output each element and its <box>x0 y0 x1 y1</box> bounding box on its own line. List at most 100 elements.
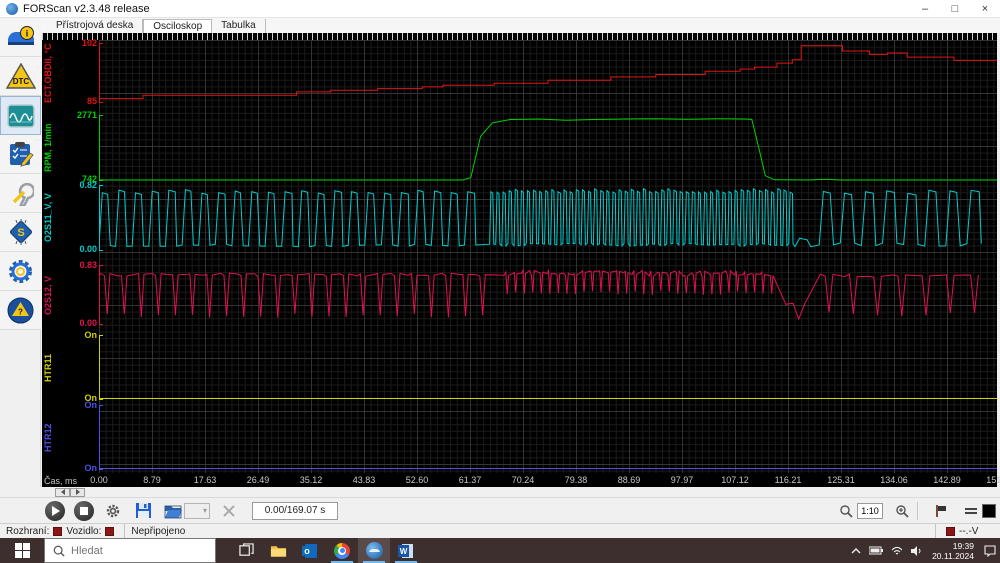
channel-min-HTR12: On <box>56 463 97 473</box>
trace-HTR12 <box>99 405 997 470</box>
sidebar-item-tests[interactable] <box>0 135 41 174</box>
minimize-button[interactable]: – <box>910 0 940 18</box>
forscan-icon <box>366 542 383 559</box>
programming-icon: S <box>8 219 34 245</box>
gear-icon <box>105 503 121 519</box>
delete-signal-button[interactable] <box>218 500 240 522</box>
trace-RPM <box>99 115 997 181</box>
svg-text:S: S <box>17 227 24 239</box>
action-center-icon[interactable] <box>984 545 996 557</box>
time-display: 0.00/169.07 s <box>252 502 338 520</box>
time-tick: 35.12 <box>293 475 329 485</box>
stop-button[interactable] <box>74 501 94 521</box>
channel-max-HTR12: On <box>56 400 97 410</box>
time-tick: 134.06 <box>876 475 912 485</box>
close-button[interactable]: × <box>970 0 1000 18</box>
scroll-right-button[interactable] <box>70 488 85 497</box>
marker-button[interactable] <box>930 500 952 522</box>
forscan-taskbar-button[interactable] <box>358 538 390 563</box>
vehicle-info-icon: i <box>6 25 36 49</box>
channel-label-ECT: ECT.OBDII, °C <box>43 43 57 103</box>
battery-icon[interactable] <box>869 546 883 555</box>
zoom-out-button[interactable] <box>835 500 857 522</box>
battery-voltage: --.-V <box>959 526 978 537</box>
help-icon: ? <box>7 297 34 324</box>
chrome-button[interactable] <box>326 538 358 563</box>
wifi-icon[interactable] <box>891 546 903 556</box>
open-folder-icon <box>164 503 183 519</box>
tests-icon <box>8 141 34 167</box>
chart-scrollbar <box>0 487 1000 497</box>
tab-table[interactable]: Tabulka <box>212 19 265 33</box>
open-button[interactable] <box>162 500 184 522</box>
sidebar-item-dtc[interactable]: DTC <box>0 57 41 96</box>
channel-label-O2S11: O2S11_V, V <box>43 185 57 251</box>
time-tick: 88.69 <box>611 475 647 485</box>
sidebar-item-service[interactable] <box>0 174 41 213</box>
sidebar: i DTC S? <box>0 18 41 538</box>
sidebar-item-settings[interactable] <box>0 252 41 291</box>
background-color-swatch[interactable] <box>982 504 996 518</box>
right-arrow-icon <box>76 489 80 495</box>
zoom-scale-value[interactable]: 1:10 <box>857 503 883 519</box>
delete-icon <box>222 504 236 518</box>
channel-max-O2S12: 0.83 <box>56 260 97 270</box>
interface-label: Rozhraní: <box>6 526 49 537</box>
save-icon <box>135 502 152 519</box>
taskbar-search[interactable] <box>44 538 216 563</box>
marker-flag-icon <box>934 504 948 518</box>
zoom-out-icon <box>839 504 854 519</box>
windows-taskbar: o W 19:39 20.11.2024 <box>0 538 1000 563</box>
sidebar-item-oscilloscope[interactable] <box>0 96 41 135</box>
scroll-left-button[interactable] <box>55 488 70 497</box>
svg-text:i: i <box>25 29 28 39</box>
time-tick: 26.49 <box>240 475 276 485</box>
voltage-status-led <box>946 527 955 536</box>
sidebar-item-help[interactable]: ? <box>0 291 41 330</box>
trace-ECT <box>99 43 997 103</box>
channel-label-HTR12: HTR12 <box>43 405 57 470</box>
settings-icon <box>7 258 34 285</box>
task-view-button[interactable] <box>230 538 262 563</box>
outlook-button[interactable]: o <box>294 538 326 563</box>
save-button[interactable] <box>132 500 154 522</box>
channel-label-HTR11: HTR11 <box>43 335 57 400</box>
channel-min-O2S12: 0.00 <box>56 318 97 328</box>
trace-O2S12 <box>99 265 997 325</box>
channel-max-O2S11: 0.82 <box>56 180 97 190</box>
volume-icon[interactable] <box>911 546 922 556</box>
status-message: Nepřipojeno <box>131 526 185 537</box>
lines-icon <box>964 504 978 518</box>
title-bar: FORScan v2.3.48 release – □ × <box>0 0 1000 18</box>
battery-voltage-section: --.-V <box>936 524 1000 539</box>
start-button[interactable] <box>0 538 44 563</box>
play-button[interactable] <box>45 501 65 521</box>
time-tick: 17.63 <box>187 475 223 485</box>
status-message-section: Nepřipojeno <box>125 524 936 539</box>
play-icon <box>52 506 60 516</box>
trace-HTR11 <box>99 335 997 400</box>
word-icon: W <box>398 543 414 559</box>
signal-select-dropdown[interactable]: ▾ <box>184 503 210 519</box>
grid-style-button[interactable] <box>960 500 982 522</box>
tray-chevron-icon[interactable] <box>851 547 861 555</box>
time-tick: 70.24 <box>505 475 541 485</box>
scope-settings-button[interactable] <box>102 500 124 522</box>
search-input[interactable] <box>71 545 191 557</box>
interface-status-led <box>53 527 62 536</box>
word-button[interactable]: W <box>390 538 422 563</box>
clock-date: 20.11.2024 <box>932 551 974 561</box>
tab-oscilloscope[interactable]: Osciloskop <box>143 19 212 33</box>
file-explorer-button[interactable] <box>262 538 294 563</box>
taskbar-clock[interactable]: 19:39 20.11.2024 <box>932 541 974 561</box>
time-tick: 107.12 <box>717 475 753 485</box>
trace-O2S11 <box>99 185 997 251</box>
sidebar-item-vehicle-info[interactable]: i <box>0 18 41 57</box>
maximize-button[interactable]: □ <box>940 0 970 18</box>
tab-strip: Přístrojová deskaOsciloskopTabulka <box>41 18 1000 33</box>
zoom-in-button[interactable] <box>891 500 913 522</box>
sidebar-item-programming[interactable]: S <box>0 213 41 252</box>
oscilloscope-chart[interactable]: 0.008.7917.6326.4935.1243.8352.6061.3770… <box>42 33 997 487</box>
tab-dashboard[interactable]: Přístrojová deska <box>47 19 143 33</box>
time-ruler <box>42 33 997 40</box>
